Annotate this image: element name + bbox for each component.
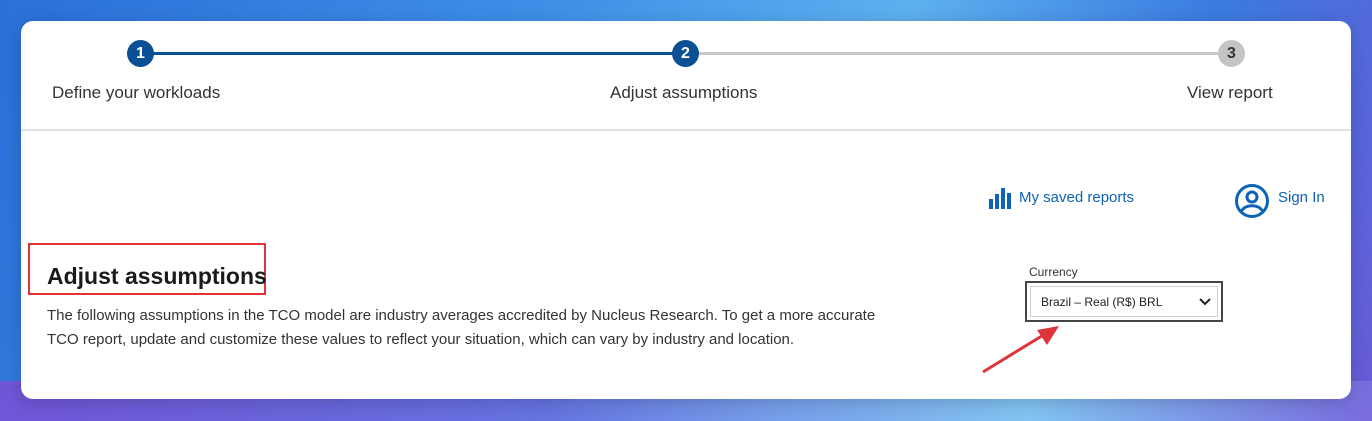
currency-selected-value: Brazil – Real (R$) BRL xyxy=(1041,294,1163,309)
bar-chart-icon xyxy=(989,185,1013,209)
annotation-arrow-icon xyxy=(979,321,1069,381)
step-2-label[interactable]: Adjust assumptions xyxy=(610,83,757,103)
step-1-label[interactable]: Define your workloads xyxy=(52,83,220,103)
sign-in-label: Sign In xyxy=(1278,189,1325,206)
step-2-circle[interactable]: 2 xyxy=(672,40,699,67)
stepper-line-completed xyxy=(141,52,685,55)
currency-select[interactable]: Brazil – Real (R$) BRL xyxy=(1030,286,1218,317)
user-avatar-icon xyxy=(1234,183,1270,224)
my-saved-reports-link[interactable]: My saved reports xyxy=(989,185,1134,209)
currency-highlight-box: Brazil – Real (R$) BRL xyxy=(1025,281,1223,322)
page-description: The following assumptions in the TCO mod… xyxy=(47,307,876,348)
step-3-label[interactable]: View report xyxy=(1187,83,1273,103)
step-1-circle[interactable]: 1 xyxy=(127,40,154,67)
chevron-down-icon xyxy=(1199,295,1211,309)
step-3-circle[interactable]: 3 xyxy=(1218,40,1245,67)
sign-in-link[interactable]: Sign In xyxy=(1234,183,1325,224)
stepper-line-pending xyxy=(685,52,1231,55)
page-title: Adjust assumptions xyxy=(47,263,267,289)
progress-stepper: 1 2 3 Define your workloads Adjust assum… xyxy=(21,21,1351,131)
tco-calculator-card: 1 2 3 Define your workloads Adjust assum… xyxy=(21,21,1351,399)
currency-label: Currency xyxy=(1029,265,1078,279)
my-saved-reports-label: My saved reports xyxy=(1019,188,1135,206)
